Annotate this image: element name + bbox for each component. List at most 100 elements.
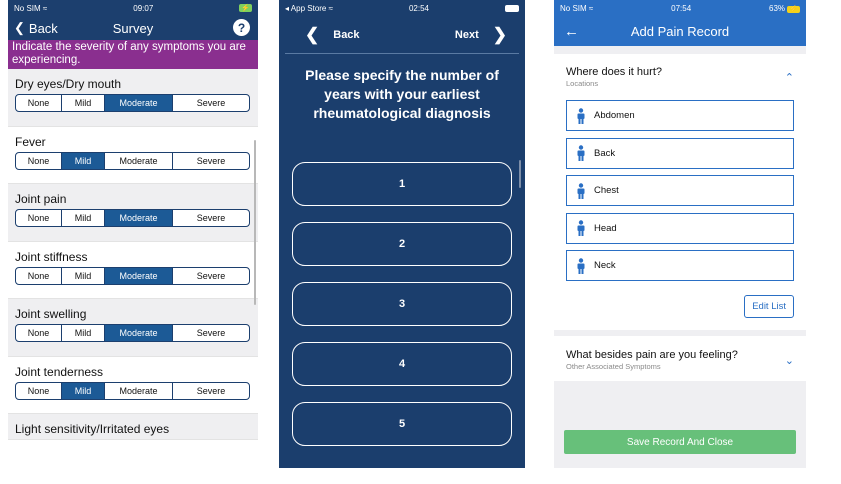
wifi-icon: ≈ xyxy=(588,3,594,13)
question-label: Fever xyxy=(15,134,46,149)
location-item[interactable]: Back xyxy=(566,137,794,169)
status-bar: No SIM ≈ 09:07 ⚡ xyxy=(8,0,258,16)
battery-icon: ⚡ xyxy=(239,4,252,12)
chevron-left-icon: ❮ xyxy=(14,20,25,35)
severity-option-mild[interactable]: Mild xyxy=(61,95,104,111)
severity-option-mild[interactable]: Mild xyxy=(61,152,104,169)
severity-option-moderate[interactable]: Moderate xyxy=(104,210,172,226)
location-list: Abdomen Back Chest Head Neck xyxy=(554,88,806,281)
question-row: Joint pain None Mild Moderate Severe xyxy=(8,184,258,242)
location-item[interactable]: Abdomen xyxy=(566,100,794,131)
back-label: Back xyxy=(28,20,58,36)
chevron-down-icon[interactable]: ⌄ xyxy=(785,354,794,367)
location-label: Neck xyxy=(594,260,616,271)
body-figure-icon xyxy=(576,145,586,161)
chevron-left-icon: ❮ xyxy=(305,24,320,44)
severity-selector: None Mild Moderate Severe xyxy=(15,324,250,342)
symptoms-header[interactable]: What besides pain are you feeling? Other… xyxy=(554,336,806,371)
severity-option-severe[interactable]: Severe xyxy=(172,95,249,111)
section-title: Where does it hurt? xyxy=(566,66,662,78)
severity-selector: None Mild Moderate Severe xyxy=(15,266,250,285)
severity-selector: None Mild Moderate Severe xyxy=(15,94,250,112)
answer-option[interactable]: 3 xyxy=(292,282,512,326)
nav-bar: ❮ Back Survey ? xyxy=(8,16,258,40)
severity-option-mild[interactable]: Mild xyxy=(61,325,104,341)
question-row: Joint stiffness None Mild Moderate Severe xyxy=(8,242,258,299)
edit-list-button[interactable]: Edit List xyxy=(744,294,794,318)
status-time: 07:54 xyxy=(671,3,692,13)
location-label: Abdomen xyxy=(594,110,635,121)
severity-option-severe[interactable]: Severe xyxy=(172,152,249,169)
body-figure-icon xyxy=(576,107,586,124)
severity-option-severe[interactable]: Severe xyxy=(172,267,249,284)
help-button[interactable]: ? xyxy=(233,19,250,36)
severity-option-none[interactable]: None xyxy=(16,95,61,111)
section-subtitle: Locations xyxy=(566,79,599,88)
question-label: Joint pain xyxy=(15,192,67,206)
severity-option-none[interactable]: None xyxy=(16,325,61,341)
severity-option-mild[interactable]: Mild xyxy=(61,382,104,399)
nav-bar: ← Add Pain Record xyxy=(554,16,806,46)
severity-option-severe[interactable]: Severe xyxy=(172,325,249,341)
save-record-button[interactable]: Save Record And Close xyxy=(564,430,796,454)
question-row: Joint tenderness None Mild Moderate Severe xyxy=(8,357,258,414)
survey-screen: No SIM ≈ 09:07 ⚡ ❮ Back Survey ? Indicat… xyxy=(8,0,258,468)
question-row: Dry eyes/Dry mouth None Mild Moderate Severe xyxy=(8,69,258,127)
severity-option-moderate[interactable]: Moderate xyxy=(104,152,172,169)
severity-selector: None Mild Moderate Severe xyxy=(15,209,250,227)
location-label: Back xyxy=(594,147,616,159)
severity-option-severe[interactable]: Severe xyxy=(172,210,249,226)
severity-selector: None Mild Moderate Severe xyxy=(15,151,250,170)
question-label: Joint swelling xyxy=(15,307,87,321)
symptoms-section: What besides pain are you feeling? Other… xyxy=(554,335,806,381)
severity-option-none[interactable]: None xyxy=(16,383,61,399)
next-button[interactable]: Next ❯ xyxy=(455,25,507,45)
answer-option[interactable]: 2 xyxy=(292,222,512,266)
scrollbar[interactable] xyxy=(254,140,256,305)
next-label: Next xyxy=(454,28,479,41)
location-item[interactable]: Chest xyxy=(566,175,794,206)
severity-option-moderate[interactable]: Moderate xyxy=(104,95,172,111)
chevron-right-icon: ❯ xyxy=(492,24,507,44)
section-title: What besides pain are you feeling? xyxy=(566,348,738,361)
answer-option[interactable]: 5 xyxy=(292,402,512,446)
instruction-banner: Indicate the severity of any symptoms yo… xyxy=(8,40,258,69)
severity-option-moderate[interactable]: Moderate xyxy=(104,267,172,284)
severity-option-none[interactable]: None xyxy=(16,210,61,226)
back-button[interactable]: ❮ Back xyxy=(305,25,360,45)
nav-bar: ❮ Back Next ❯ xyxy=(285,16,519,54)
severity-option-mild[interactable]: Mild xyxy=(61,267,104,284)
answer-option[interactable]: 1 xyxy=(292,162,512,206)
location-item[interactable]: Head xyxy=(566,212,794,244)
severity-option-none[interactable]: None xyxy=(16,268,61,284)
page-title: Add Pain Record xyxy=(630,23,730,39)
severity-option-severe[interactable]: Severe xyxy=(172,382,249,399)
status-time: 02:54 xyxy=(408,3,430,13)
scrollbar[interactable] xyxy=(519,160,521,188)
locations-section: Where does it hurt? Locations ⌃ Abdomen B… xyxy=(554,54,806,330)
severity-option-moderate[interactable]: Moderate xyxy=(104,382,172,399)
battery-indicator: 63% ⚡ xyxy=(769,3,800,13)
body-figure-icon xyxy=(576,182,586,199)
back-arrow-icon[interactable]: ← xyxy=(564,23,579,40)
severity-option-mild[interactable]: Mild xyxy=(61,210,104,226)
locations-header[interactable]: Where does it hurt? Locations ⌃ xyxy=(554,54,806,88)
chevron-up-icon[interactable]: ⌃ xyxy=(785,71,794,84)
question-list: Dry eyes/Dry mouth None Mild Moderate Severe… xyxy=(8,69,258,440)
status-bar: ◂ App Store ≈ 02:54 xyxy=(279,0,525,16)
section-subtitle: Other Associated Symptoms xyxy=(566,361,661,371)
status-carrier: No SIM ≈ xyxy=(560,3,594,13)
question-row: Joint swelling None Mild Moderate Severe xyxy=(8,299,258,357)
severity-option-none[interactable]: None xyxy=(16,153,61,169)
answer-list: 1 2 3 4 5 xyxy=(279,162,525,446)
status-carrier: ◂ App Store ≈ xyxy=(285,3,333,13)
location-item[interactable]: Neck xyxy=(566,250,794,281)
battery-icon xyxy=(505,4,519,12)
body-figure-icon xyxy=(576,220,586,236)
status-time: 09:07 xyxy=(133,3,154,13)
back-button[interactable]: ❮ Back xyxy=(14,20,58,36)
severity-option-moderate[interactable]: Moderate xyxy=(104,325,172,341)
answer-option[interactable]: 4 xyxy=(292,342,512,386)
wifi-icon: ≈ xyxy=(328,3,333,13)
location-label: Chest xyxy=(594,185,619,196)
